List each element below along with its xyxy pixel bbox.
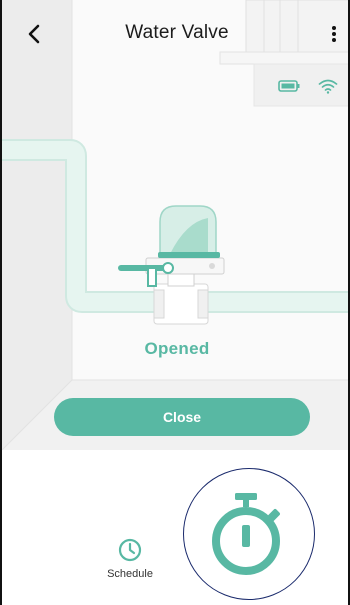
timer-button[interactable] [183, 468, 315, 600]
valve-state-label: Opened [144, 339, 210, 358]
valve-scene [2, 0, 348, 450]
page-title: Water Valve [125, 22, 229, 43]
more-options-button[interactable] [320, 18, 348, 50]
app-screen: Water Valve Opened Close Schedule [0, 0, 350, 605]
wifi-icon [318, 79, 338, 94]
left-wall [2, 0, 72, 450]
schedule-label: Schedule [107, 568, 153, 580]
top-bar: Water Valve [2, 0, 348, 62]
more-vertical-icon [332, 26, 336, 42]
schedule-button[interactable]: Schedule [100, 538, 160, 580]
battery-icon [278, 80, 300, 92]
close-valve-button[interactable]: Close [54, 398, 310, 436]
device-status [278, 78, 338, 94]
stopwatch-icon [212, 493, 280, 575]
clock-icon [118, 538, 142, 562]
